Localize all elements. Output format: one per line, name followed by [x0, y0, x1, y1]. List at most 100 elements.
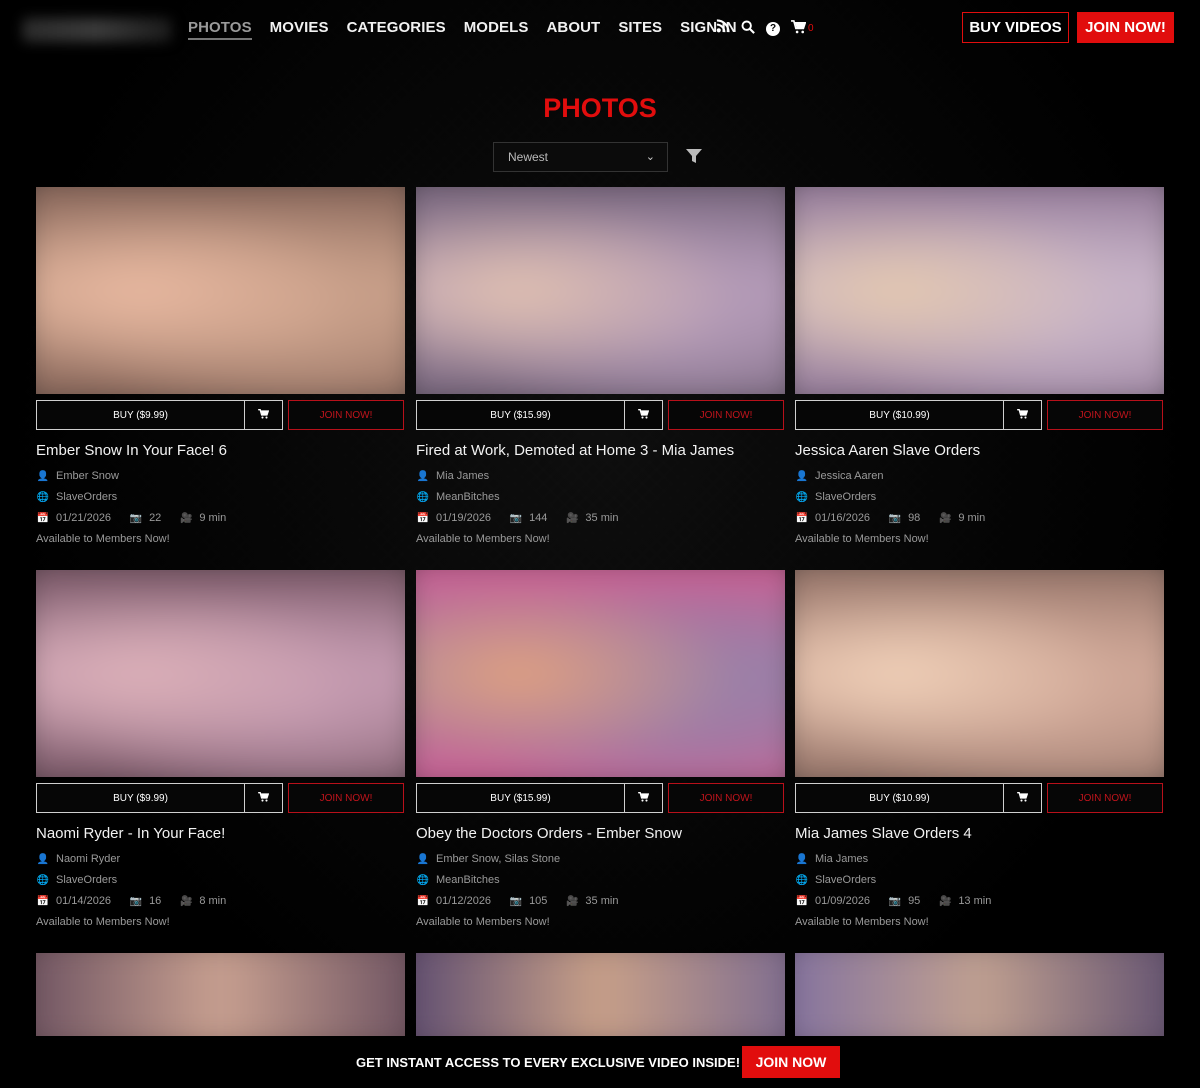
nav-sites[interactable]: SITES	[618, 19, 662, 40]
cart-icon[interactable]	[790, 19, 806, 38]
photo-thumbnail[interactable]	[36, 570, 405, 777]
cart-icon	[1017, 408, 1029, 419]
card-join-button[interactable]: JOIN NOW!	[668, 400, 784, 430]
user-icon: 👤	[36, 854, 50, 865]
add-to-cart-button[interactable]	[625, 783, 663, 813]
card-title[interactable]: Jessica Aaren Slave Orders	[795, 442, 1164, 459]
add-to-cart-button[interactable]	[245, 400, 283, 430]
photo-thumbnail[interactable]	[36, 187, 405, 394]
photo-thumbnail[interactable]	[416, 570, 785, 777]
photo-thumbnail[interactable]	[36, 953, 405, 1036]
card-title[interactable]: Mia James Slave Orders 4	[795, 825, 1164, 842]
sort-select[interactable]: Newest ⌄	[493, 142, 668, 172]
nav-about[interactable]: ABOUT	[546, 19, 600, 40]
nav-icons: ? 0	[714, 19, 814, 38]
card-date: 01/19/2026	[436, 512, 492, 524]
card-models[interactable]: Mia James	[436, 466, 489, 487]
main-nav: PHOTOS MOVIES CATEGORIES MODELS ABOUT SI…	[188, 19, 737, 40]
card-join-button[interactable]: JOIN NOW!	[288, 783, 404, 813]
join-now-button[interactable]: JOIN NOW!	[1077, 12, 1174, 43]
photo-thumbnail[interactable]	[795, 570, 1164, 777]
photo-card: BUY ($9.99) JOIN NOW! Naomi Ryder - In Y…	[36, 570, 405, 933]
help-icon[interactable]: ?	[766, 21, 780, 36]
card-date: 01/21/2026	[56, 512, 112, 524]
card-duration: 9 min	[199, 512, 227, 524]
card-status: Available to Members Now!	[36, 916, 170, 928]
card-duration: 9 min	[958, 512, 986, 524]
feed-icon[interactable]	[714, 19, 730, 38]
card-meta: 👤 Mia James 🌐 MeanBitches 📅 01/19/2026 📷 144…	[416, 466, 785, 550]
card-models[interactable]: Ember Snow, Silas Stone	[436, 849, 560, 870]
card-title[interactable]: Fired at Work, Demoted at Home 3 - Mia J…	[416, 442, 785, 459]
add-to-cart-button[interactable]	[1004, 400, 1042, 430]
add-to-cart-button[interactable]	[245, 783, 283, 813]
sort-selected-value: Newest	[508, 150, 549, 164]
card-site[interactable]: SlaveOrders	[56, 870, 117, 891]
camera-icon: 📷	[888, 896, 902, 907]
photo-thumbnail[interactable]	[795, 953, 1164, 1036]
site-logo[interactable]	[22, 18, 172, 42]
buy-button[interactable]: BUY ($9.99)	[36, 400, 245, 430]
buy-button[interactable]: BUY ($10.99)	[795, 783, 1004, 813]
user-icon: 👤	[416, 471, 430, 482]
promo-join-button[interactable]: JOIN NOW	[742, 1046, 840, 1078]
nav-categories[interactable]: CATEGORIES	[347, 19, 446, 40]
nav-models[interactable]: MODELS	[464, 19, 529, 40]
video-icon: 🎥	[180, 513, 193, 524]
photo-card: BUY ($9.99) JOIN NOW! Ember Snow In Your…	[36, 187, 405, 550]
globe-icon: 🌐	[36, 875, 50, 886]
card-meta: 👤 Ember Snow 🌐 SlaveOrders 📅 01/21/2026 📷 22…	[36, 466, 405, 550]
card-title[interactable]: Obey the Doctors Orders - Ember Snow	[416, 825, 785, 842]
card-site[interactable]: MeanBitches	[436, 487, 500, 508]
calendar-icon: 📅	[36, 513, 50, 524]
card-title[interactable]: Ember Snow In Your Face! 6	[36, 442, 405, 459]
card-photo-count: 105	[529, 895, 548, 907]
card-site[interactable]: MeanBitches	[436, 870, 500, 891]
card-join-button[interactable]: JOIN NOW!	[1047, 783, 1163, 813]
calendar-icon: 📅	[36, 896, 50, 907]
nav-photos[interactable]: PHOTOS	[188, 19, 252, 40]
camera-icon: 📷	[509, 896, 523, 907]
photo-thumbnail[interactable]	[416, 187, 785, 394]
globe-icon: 🌐	[36, 492, 50, 503]
card-join-button[interactable]: JOIN NOW!	[1047, 400, 1163, 430]
photo-thumbnail[interactable]	[416, 953, 785, 1036]
card-duration: 35 min	[585, 895, 619, 907]
card-photo-count: 22	[149, 512, 162, 524]
buy-button[interactable]: BUY ($9.99)	[36, 783, 245, 813]
card-join-button[interactable]: JOIN NOW!	[288, 400, 404, 430]
video-icon: 🎥	[566, 513, 579, 524]
card-site[interactable]: SlaveOrders	[815, 487, 876, 508]
photo-card: BUY ($15.99) JOIN NOW! Fired at Work, De…	[416, 187, 785, 550]
card-models[interactable]: Jessica Aaren	[815, 466, 883, 487]
globe-icon: 🌐	[416, 875, 430, 886]
chevron-down-icon: ⌄	[645, 151, 655, 163]
photo-card: BUY ($10.99) JOIN NOW! Jessica Aaren Sla…	[795, 187, 1164, 550]
card-models[interactable]: Ember Snow	[56, 466, 119, 487]
add-to-cart-button[interactable]	[625, 400, 663, 430]
card-site[interactable]: SlaveOrders	[56, 487, 117, 508]
card-title[interactable]: Naomi Ryder - In Your Face!	[36, 825, 405, 842]
add-to-cart-button[interactable]	[1004, 783, 1042, 813]
video-icon: 🎥	[939, 896, 952, 907]
promo-text: GET INSTANT ACCESS TO EVERY EXCLUSIVE VI…	[356, 1055, 741, 1070]
card-status: Available to Members Now!	[416, 916, 550, 928]
card-models[interactable]: Naomi Ryder	[56, 849, 120, 870]
calendar-icon: 📅	[795, 896, 809, 907]
card-site[interactable]: SlaveOrders	[815, 870, 876, 891]
card-models[interactable]: Mia James	[815, 849, 868, 870]
user-icon: 👤	[795, 854, 809, 865]
search-icon[interactable]	[740, 20, 756, 38]
user-icon: 👤	[416, 854, 430, 865]
nav-movies[interactable]: MOVIES	[270, 19, 329, 40]
filter-icon[interactable]	[686, 149, 702, 163]
buy-button[interactable]: BUY ($10.99)	[795, 400, 1004, 430]
card-join-button[interactable]: JOIN NOW!	[668, 783, 784, 813]
photo-thumbnail[interactable]	[795, 187, 1164, 394]
buy-button[interactable]: BUY ($15.99)	[416, 783, 625, 813]
buy-videos-button[interactable]: BUY VIDEOS	[962, 12, 1069, 43]
globe-icon: 🌐	[795, 875, 809, 886]
cart-icon	[258, 791, 270, 802]
buy-button[interactable]: BUY ($15.99)	[416, 400, 625, 430]
card-duration: 35 min	[585, 512, 619, 524]
